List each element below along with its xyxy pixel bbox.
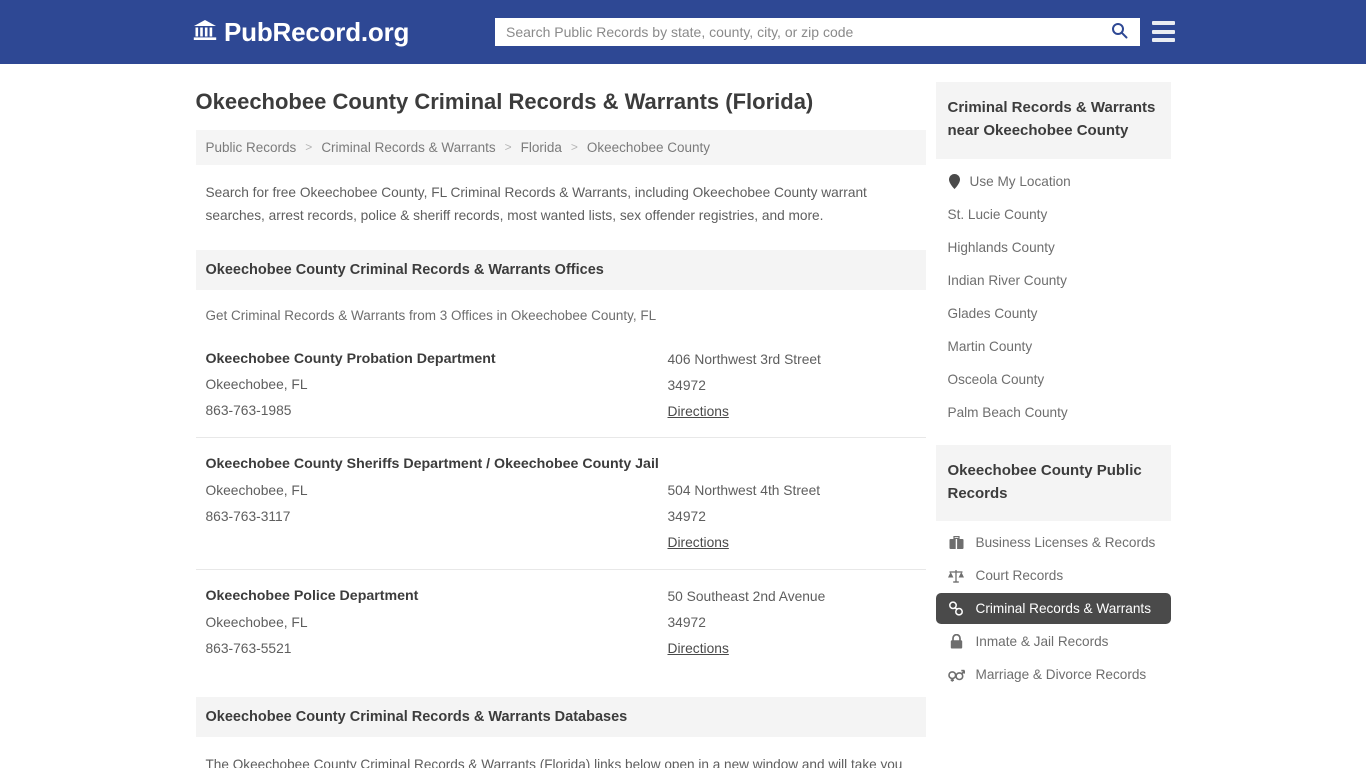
sidebar-county-indian-river[interactable]: Indian River County bbox=[936, 264, 1171, 297]
sidebar-public-records-heading: Okeechobee County Public Records bbox=[935, 444, 1171, 521]
sidebar-item-label: Business Licenses & Records bbox=[975, 535, 1156, 550]
databases-section-note: The Okeechobee County Criminal Records &… bbox=[205, 757, 903, 768]
site-header: PubRecord.org bbox=[0, 0, 1366, 64]
hamburger-bar bbox=[1152, 29, 1175, 34]
breadcrumb-item-criminal-records[interactable]: Criminal Records & Warrants bbox=[321, 140, 495, 155]
offices-list: Okeechobee County Probation Department O… bbox=[195, 333, 926, 675]
sidebar-item-court-records[interactable]: Court Records bbox=[936, 560, 1171, 591]
search-button[interactable] bbox=[1099, 19, 1139, 45]
breadcrumb-item-okeechobee-county: Okeechobee County bbox=[586, 139, 710, 155]
search-bar bbox=[495, 18, 1140, 46]
gender-symbols-icon bbox=[947, 668, 965, 682]
sidebar-county-highlands[interactable]: Highlands County bbox=[936, 231, 1171, 264]
page-intro-text: Search for free Okeechobee County, FL Cr… bbox=[205, 184, 867, 224]
office-street-address: 50 Southeast 2nd Avenue bbox=[667, 589, 826, 605]
briefcase-icon bbox=[948, 535, 965, 550]
office-info: Okeechobee Police Department Okeechobee,… bbox=[206, 584, 668, 662]
databases-section-heading: Okeechobee County Criminal Records & War… bbox=[195, 697, 926, 738]
breadcrumb-separator: > bbox=[504, 140, 512, 154]
search-icon bbox=[1111, 22, 1128, 42]
office-city-state: Okeechobee, FL bbox=[205, 377, 308, 393]
breadcrumb-item-florida[interactable]: Florida bbox=[521, 140, 562, 155]
sidebar-item-label: Inmate & Jail Records bbox=[975, 634, 1109, 649]
office-zip: 34972 bbox=[667, 377, 706, 393]
sidebar-nearby-links: Use My Location St. Lucie County Highlan… bbox=[936, 159, 1171, 429]
office-address-block: 50 Southeast 2nd Avenue 34972 Directions bbox=[668, 584, 916, 662]
breadcrumb-separator: > bbox=[305, 140, 313, 154]
offices-section-heading: Okeechobee County Criminal Records & War… bbox=[195, 249, 926, 290]
office-info: Okeechobee County Sheriffs Department / … bbox=[206, 452, 668, 556]
office-name: Okeechobee County Sheriffs Department / … bbox=[205, 456, 659, 473]
sidebar-item-marriage-divorce-records[interactable]: Marriage & Divorce Records bbox=[936, 659, 1171, 690]
hamburger-bar bbox=[1152, 38, 1175, 42]
balance-scale-icon bbox=[948, 569, 965, 583]
offices-section-subheading: Get Criminal Records & Warrants from 3 O… bbox=[205, 307, 657, 323]
use-my-location-label: Use My Location bbox=[969, 173, 1071, 189]
breadcrumb-separator: > bbox=[570, 140, 578, 154]
sidebar-county-glades[interactable]: Glades County bbox=[936, 297, 1171, 330]
use-my-location-link[interactable]: Use My Location bbox=[936, 165, 1171, 198]
sidebar-county-martin[interactable]: Martin County bbox=[936, 330, 1171, 363]
handcuffs-icon bbox=[948, 601, 965, 616]
hamburger-bar bbox=[1152, 21, 1175, 25]
main-column: Okeechobee County Criminal Records & War… bbox=[195, 64, 926, 768]
sidebar-item-business-licenses[interactable]: Business Licenses & Records bbox=[936, 527, 1171, 558]
office-phone: 863-763-1985 bbox=[205, 403, 292, 419]
office-city-state: Okeechobee, FL bbox=[205, 615, 308, 631]
search-input[interactable] bbox=[496, 19, 1099, 45]
bank-building-icon bbox=[193, 19, 217, 46]
office-address-block: 504 Northwest 4th Street 34972 Direction… bbox=[668, 452, 916, 556]
office-phone: 863-763-3117 bbox=[205, 509, 291, 525]
office-city-state: Okeechobee, FL bbox=[205, 483, 308, 499]
office-zip: 34972 bbox=[667, 509, 706, 525]
sidebar-item-label: Court Records bbox=[975, 568, 1064, 583]
site-logo-link[interactable]: PubRecord.org bbox=[193, 17, 409, 48]
sidebar-county-osceola[interactable]: Osceola County bbox=[936, 363, 1171, 396]
office-row: Okeechobee County Probation Department O… bbox=[195, 333, 926, 439]
directions-link[interactable]: Directions bbox=[668, 636, 729, 662]
lock-icon bbox=[948, 634, 965, 649]
office-phone: 863-763-5521 bbox=[205, 641, 292, 657]
office-row: Okeechobee County Sheriffs Department / … bbox=[195, 438, 926, 571]
office-row: Okeechobee Police Department Okeechobee,… bbox=[196, 570, 926, 675]
page-body: Okeechobee County Criminal Records & War… bbox=[0, 64, 1366, 768]
sidebar-item-criminal-records[interactable]: Criminal Records & Warrants bbox=[935, 593, 1171, 624]
directions-link[interactable]: Directions bbox=[668, 399, 729, 425]
page-title: Okeechobee County Criminal Records & War… bbox=[195, 89, 814, 114]
sidebar-item-inmate-jail-records[interactable]: Inmate & Jail Records bbox=[936, 626, 1171, 657]
sidebar-item-label: Criminal Records & Warrants bbox=[975, 601, 1152, 616]
office-street-address: 406 Northwest 3rd Street bbox=[667, 351, 821, 367]
office-zip: 34972 bbox=[667, 615, 706, 631]
sidebar-nearby-heading: Criminal Records & Warrants near Okeecho… bbox=[935, 82, 1171, 159]
site-logo-text: PubRecord.org bbox=[224, 16, 410, 47]
office-street-address: 504 Northwest 4th Street bbox=[667, 483, 821, 499]
directions-link[interactable]: Directions bbox=[668, 530, 729, 556]
sidebar-county-palm-beach[interactable]: Palm Beach County bbox=[936, 396, 1171, 429]
sidebar-county-st-lucie[interactable]: St. Lucie County bbox=[936, 198, 1171, 231]
map-pin-icon bbox=[948, 173, 961, 189]
office-name: Okeechobee County Probation Department bbox=[205, 350, 496, 367]
breadcrumb: Public Records > Criminal Records & Warr… bbox=[195, 129, 926, 165]
sidebar: Criminal Records & Warrants near Okeecho… bbox=[935, 64, 1171, 768]
office-address-block: 406 Northwest 3rd Street 34972 Direction… bbox=[668, 347, 916, 425]
hamburger-menu-icon[interactable] bbox=[1152, 21, 1175, 42]
office-name: Okeechobee Police Department bbox=[205, 588, 419, 605]
sidebar-item-label: Marriage & Divorce Records bbox=[975, 667, 1147, 682]
office-info: Okeechobee County Probation Department O… bbox=[206, 347, 668, 425]
breadcrumb-item-public-records[interactable]: Public Records bbox=[206, 140, 297, 155]
sidebar-category-links: Business Licenses & Records Court Record… bbox=[935, 521, 1171, 690]
content-container: Okeechobee County Criminal Records & War… bbox=[195, 64, 1171, 768]
